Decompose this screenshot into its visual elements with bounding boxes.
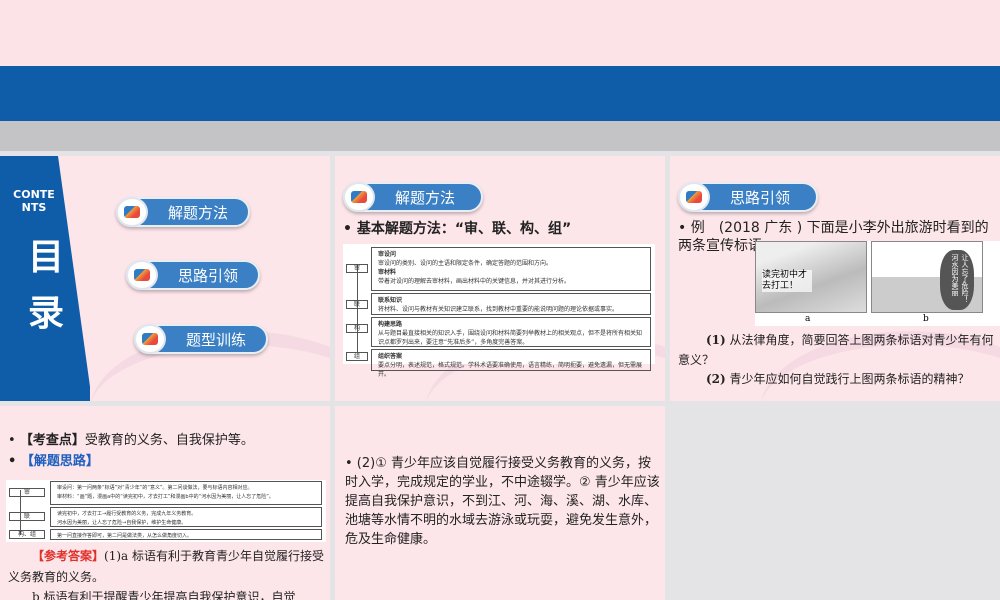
title-bar [0, 66, 1000, 121]
book-icon [134, 324, 166, 354]
book-icon [678, 182, 710, 212]
toc-item-1[interactable]: 解题方法 [116, 197, 250, 227]
row-title: 组织答案 [378, 353, 403, 360]
q2-number: (2) [706, 372, 726, 386]
kaocha-text: 受教育的义务、自我保护等。 [84, 433, 254, 448]
contents-label: CONTE NTS [10, 188, 58, 214]
header-label: 思路引领 [730, 188, 791, 207]
row-text: 带着对设问的理解去审材料，画出材料中的关键信息，并对其进行分析。 [378, 278, 571, 285]
contents-line1: CONTE [13, 188, 55, 201]
method-bullet: • 基本解题方法：“审、联、构、组” [343, 221, 572, 237]
row-label: 联 [346, 300, 368, 309]
q1-number: (1) [706, 333, 726, 347]
row-text: 审材料：“画”题，漫画a中的“读完初中，才去打工”和漫画b中的“河水因为美丽，让… [57, 494, 274, 500]
row-title: 审材料 [378, 269, 397, 276]
table-row: 第一问直接作答即可，第二问是做法类，从怎么做角度切入。 [50, 529, 322, 540]
image-b: 让人忘了危险！河水因为美丽 [871, 241, 983, 313]
table-row: 读完初中，才去打工→履行受教育的义务，完成九年义务教育。 河水因为美丽，让人忘了危… [50, 507, 322, 527]
row-text: 从与题目最直接相关的知识入手，围绕设问和材料简要列举教材上的相关观点，但不是将所… [378, 330, 643, 346]
row-text: 河水因为美丽，让人忘了危险→自我保护，维护生命健康。 [57, 520, 187, 526]
row-title: 构建思路 [378, 321, 403, 328]
answer-text: • (2)① 青少年应该自觉履行接受义务教育的义务，按时入学，完成规定的学业，不… [345, 456, 660, 547]
q2-text: 青少年应如何自觉践行上图两条标语的精神？ [729, 372, 970, 386]
table-row: 审设问审设问的类别、设问的主语和限定条件，确定答题的范围和方向。 审材料带着对设问… [371, 247, 651, 291]
header-label: 解题方法 [395, 188, 456, 207]
kaocha-bullet: • 【考查点】受教育的义务、自我保护等。 [8, 433, 254, 448]
answer-2-text: b 标语有利于提醒青少年提高自我保护意识，自觉 [32, 590, 296, 600]
slide-thumbnail-guide[interactable]: 思路引领 • 例 (2018 广东 ) 下面是小李外出旅游时看到的两条宣传标语 … [670, 156, 1000, 401]
answer-1: 【参考答案】(1)a 标语有利于教育青少年自觉履行接受义务教育的义务。 [8, 546, 326, 588]
contents-line2: NTS [21, 201, 47, 214]
q1-text: 从法律角度，简要回答上图两条标语对青少年有何意义？ [678, 333, 994, 367]
top-band [0, 0, 1000, 66]
question-1: (1) 从法律角度，简要回答上图两条标语对青少年有何意义？ [678, 330, 994, 370]
table-row: 审设问：第一问两条“标语”对“青少年”的“意义”。第二问谈做法，要与标语内容相对… [50, 481, 322, 505]
analysis-table: 审设问：第一问两条“标语”对“青少年”的“意义”。第二问谈做法，要与标语内容相对… [6, 480, 326, 542]
book-icon [343, 182, 375, 212]
toc-char-2: 录 [28, 293, 65, 334]
row-text: 审设问：第一问两条“标语”对“青少年”的“意义”。第二问谈做法，要与标语内容相对… [57, 485, 253, 491]
book-icon [116, 197, 148, 227]
toc-item-label: 解题方法 [168, 203, 229, 222]
row-label: 联 [9, 512, 45, 521]
image-b-label: b [923, 314, 929, 324]
slide-thumbnail-analysis[interactable]: • 【考查点】受教育的义务、自我保护等。 • 【解题思路】 审设问：第一问两条“… [0, 406, 330, 600]
question-2: (2) 青少年应如何自觉践行上图两条标语的精神？ [706, 370, 970, 387]
row-label: 组 [346, 352, 368, 361]
book-icon [126, 260, 158, 290]
image-a-label: a [805, 314, 811, 324]
table-row: 组织答案 要点分明，表述规范，格式规范。学科术语要准确使用，语言精练，简明扼要，避… [371, 349, 651, 378]
row-label: 审 [9, 488, 45, 497]
row-label: 构、组 [9, 530, 45, 539]
row-title: 联系知识 [378, 297, 403, 304]
row-text: 第一问直接作答即可，第二问是做法类，从怎么做角度切入。 [57, 533, 193, 539]
slide-thumbnail-answer[interactable]: • (2)① 青少年应该自觉履行接受义务教育的义务，按时入学，完成规定的学业，不… [335, 406, 665, 600]
toc-item-label: 思路引领 [178, 266, 239, 285]
image-a: 读完初中才去打工！ [755, 241, 867, 313]
row-label: 构 [346, 324, 368, 333]
toolbar-strip [0, 121, 1000, 151]
section-header: 思路引领 [678, 182, 818, 212]
section-header: 解题方法 [343, 182, 483, 212]
method-table: 审设问审设问的类别、设问的主语和限定条件，确定答题的范围和方向。 审材料带着对设问… [343, 244, 655, 378]
image-b-text: 让人忘了危险！河水因为美丽 [940, 250, 974, 310]
toc-sidebar: CONTE NTS 目 录 [0, 156, 90, 401]
row-label: 审 [346, 264, 368, 273]
image-a-text: 读完初中才去打工！ [762, 270, 812, 292]
table-row: 联系知识将材料、设问与教材有关知识建立联系，找到教材中重要的能说明问题的理论依据… [371, 293, 651, 315]
silu-bullet: • 【解题思路】 [8, 454, 99, 469]
toc-item-3[interactable]: 题型训练 [134, 324, 268, 354]
empty-slot [670, 406, 1000, 600]
toc-item-2[interactable]: 思路引领 [126, 260, 260, 290]
row-text: 读完初中，才去打工→履行受教育的义务，完成九年义务教育。 [57, 511, 197, 517]
slide-thumbnail-toc[interactable]: CONTE NTS 目 录 解题方法 思路引领 题型训练 [0, 156, 330, 401]
table-row: 构建思路从与题目最直接相关的知识入手，围绕设问和材料简要列举教材上的相关观点，但… [371, 317, 651, 347]
row-text: 审设问的类别、设问的主语和限定条件，确定答题的范围和方向。 [378, 260, 553, 267]
example-images: 读完初中才去打工！ a 让人忘了危险！河水因为美丽 b [755, 241, 1000, 326]
toc-item-label: 题型训练 [186, 330, 247, 349]
row-text: 将材料、设问与教材有关知识建立联系，找到教材中重要的能说明问题的理论依据或事实。 [378, 306, 619, 313]
kaocha-label: 【考查点】 [19, 433, 85, 448]
silu-label: 【解题思路】 [20, 454, 99, 469]
row-title: 审设问 [378, 251, 397, 258]
slide-thumbnail-method[interactable]: 解题方法 • 基本解题方法：“审、联、构、组” 审设问审设问的类别、设问的主语和… [335, 156, 665, 401]
answer-label: 【参考答案】 [32, 549, 105, 563]
toc-char-1: 目 [28, 237, 65, 278]
